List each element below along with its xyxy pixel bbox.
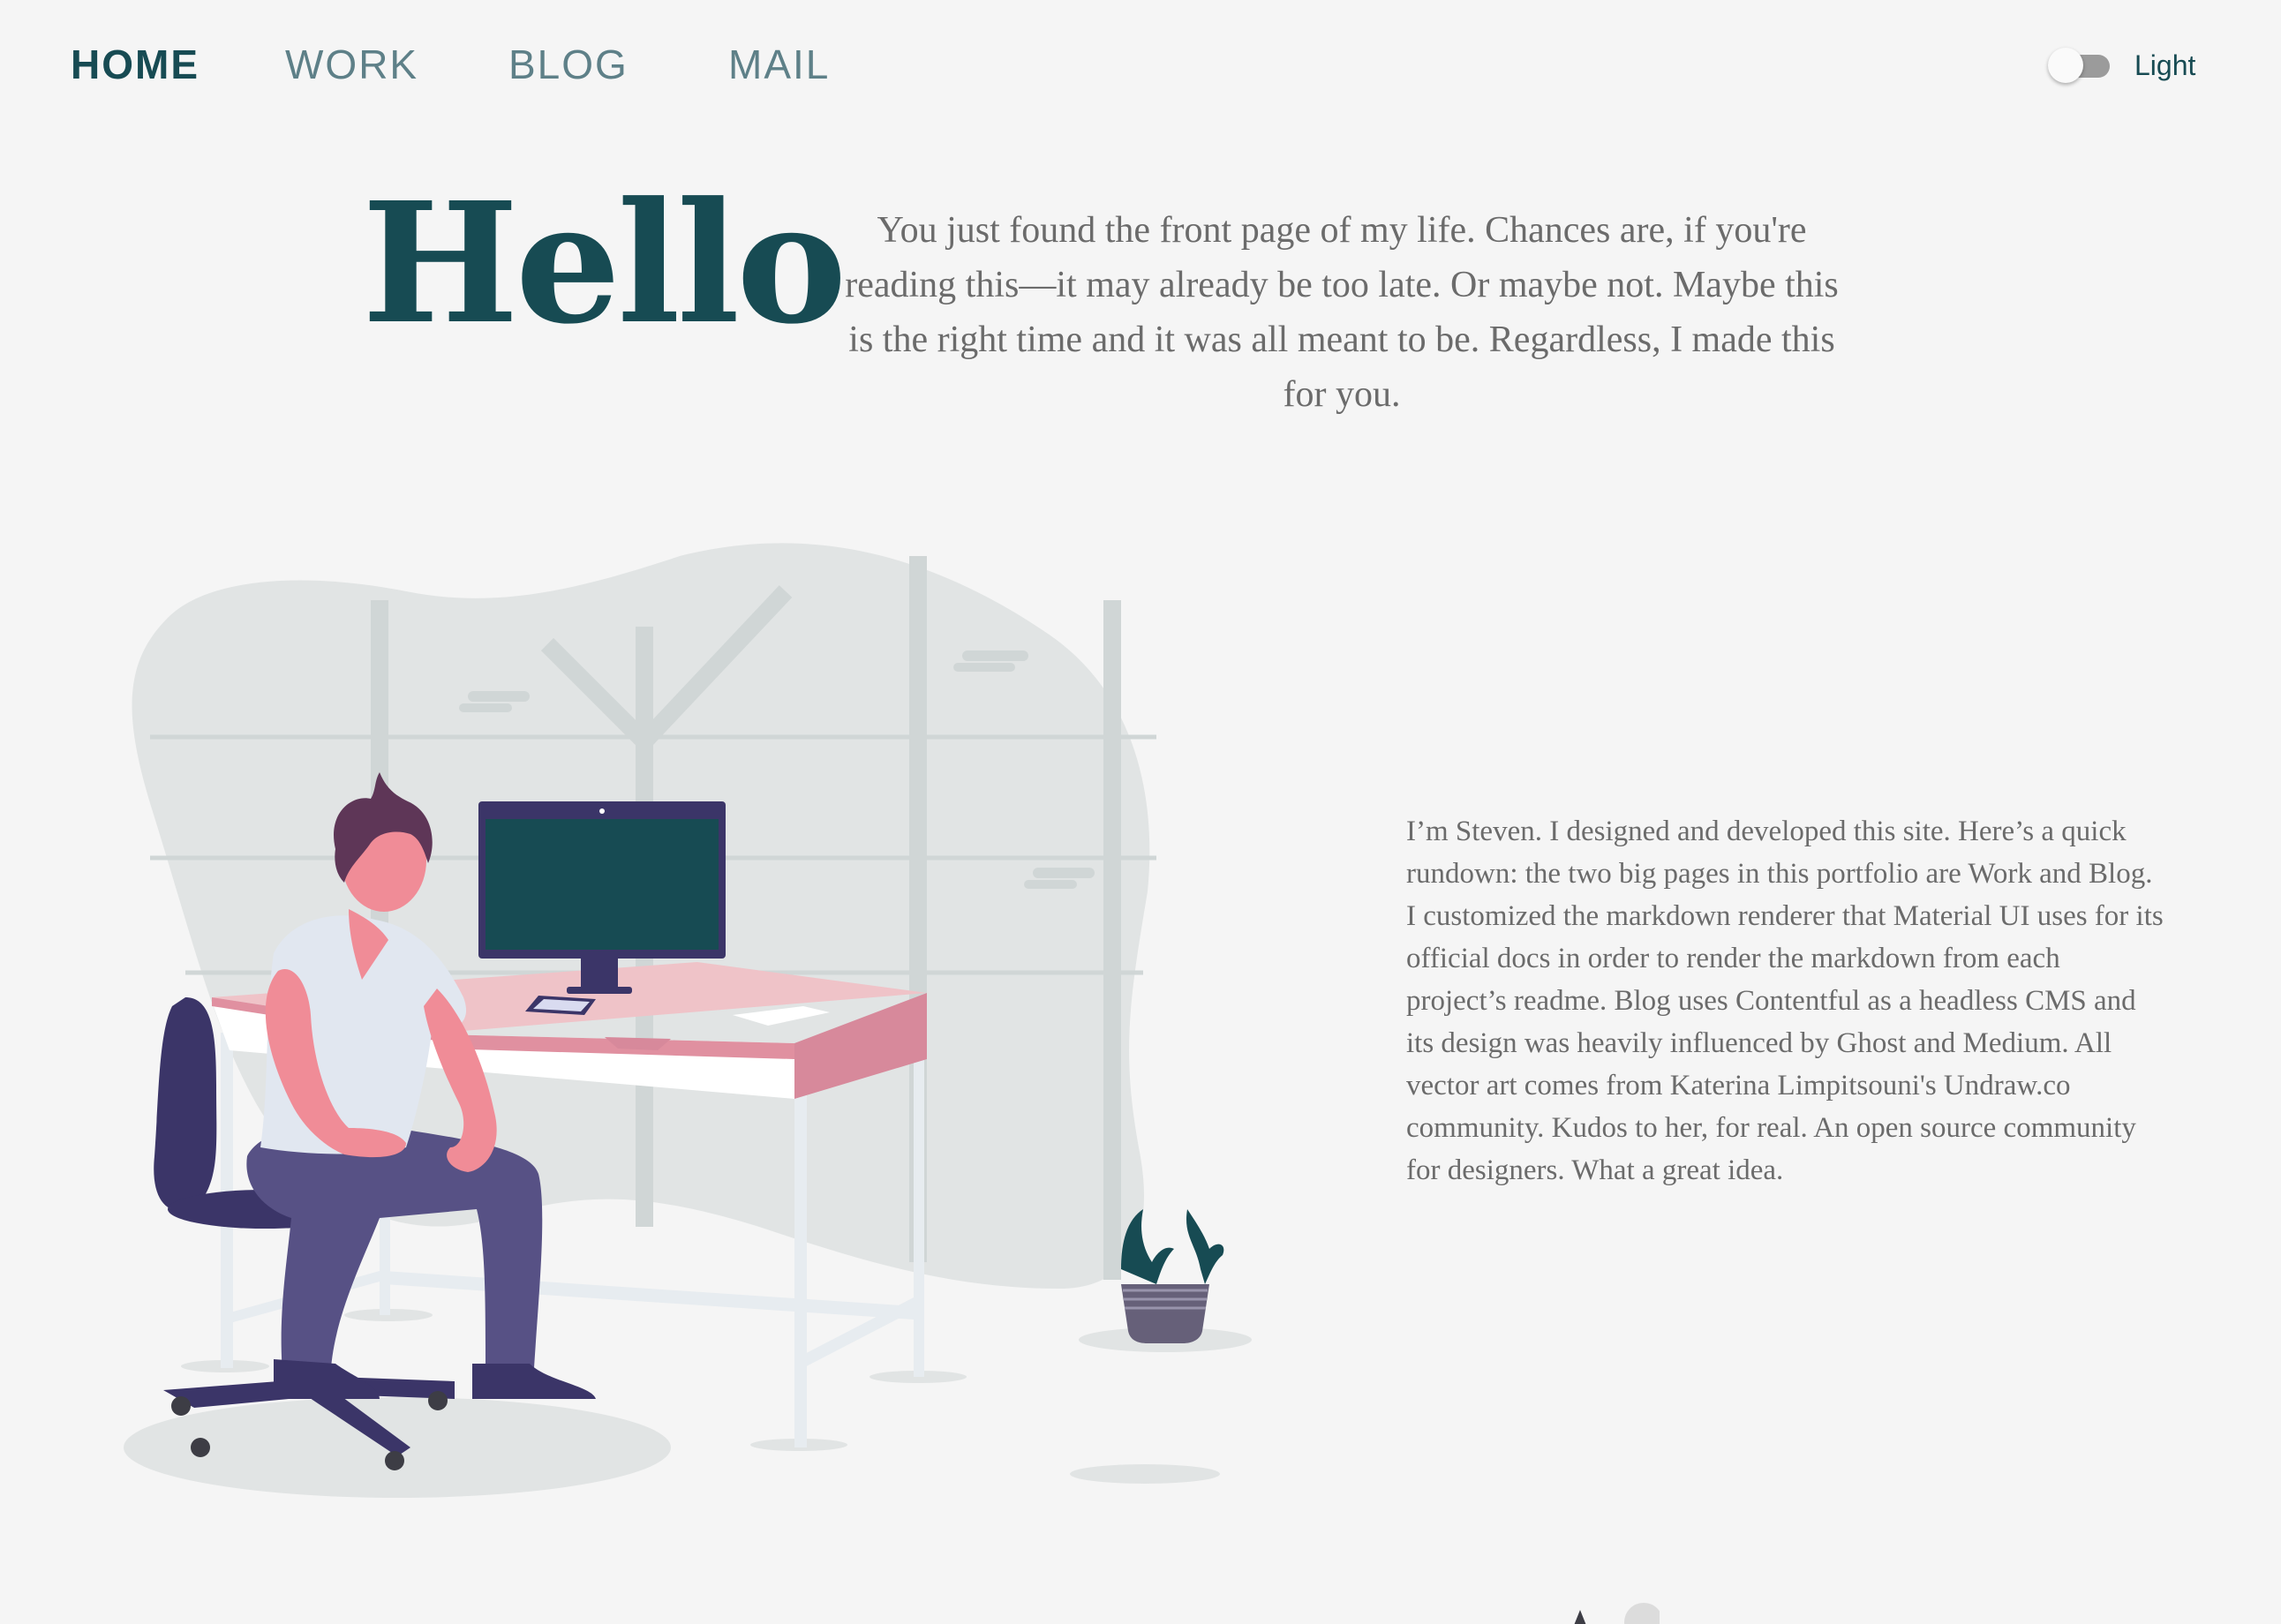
next-section-peek-illustration: [1574, 1603, 1660, 1624]
monitor-screen: [486, 819, 719, 950]
bio-text: I’m Steven. I designed and developed thi…: [1406, 816, 2164, 1186]
toggle-thumb: [2048, 48, 2083, 83]
top-navigation: HOME WORK BLOG MAIL Light: [0, 0, 2281, 132]
floor-shadow: [1070, 1464, 1220, 1484]
potted-plant: [1121, 1209, 1224, 1343]
theme-toggle-label: Light: [2134, 49, 2196, 81]
theme-toggle-switch[interactable]: [2048, 46, 2117, 85]
person-at-desk-illustration: [124, 543, 1252, 1498]
hero-intro-text: You just found the front page of my life…: [845, 210, 1839, 415]
nav-link-work[interactable]: WORK: [285, 41, 418, 88]
nav-link-blog[interactable]: BLOG: [508, 41, 629, 88]
hero-title: Hello: [362, 166, 847, 361]
nav-link-mail[interactable]: MAIL: [728, 41, 830, 88]
nav-link-home[interactable]: HOME: [71, 41, 199, 88]
